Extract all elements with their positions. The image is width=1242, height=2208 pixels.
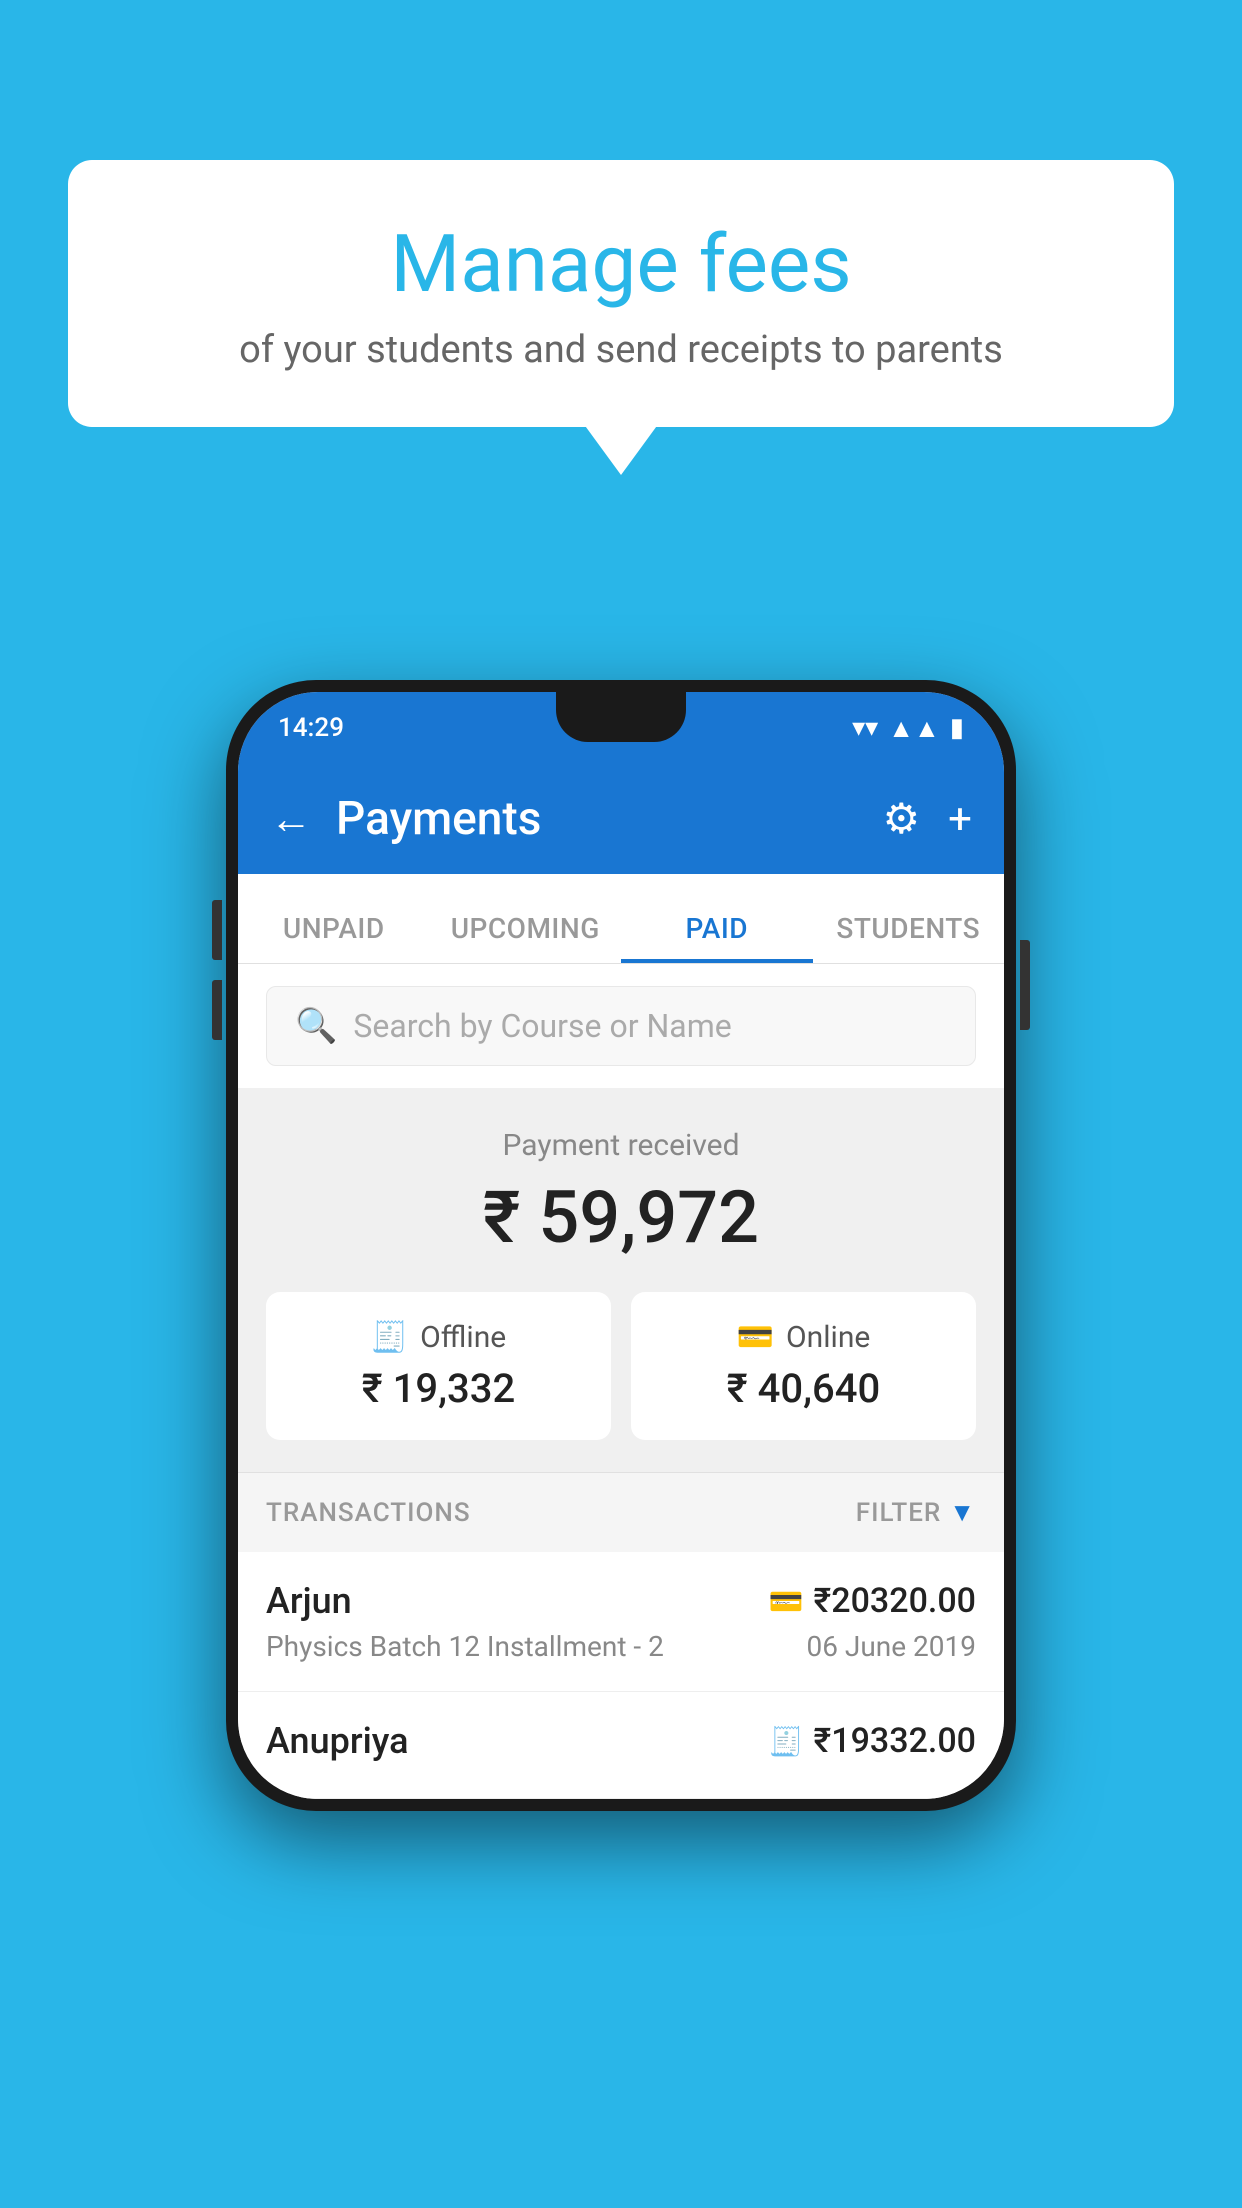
offline-amount: ₹ 19,332 — [290, 1365, 587, 1412]
tab-bar: UNPAID UPCOMING PAID STUDENTS — [238, 874, 1004, 964]
transaction-bottom: Physics Batch 12 Installment - 2 06 June… — [266, 1630, 976, 1663]
tab-students[interactable]: STUDENTS — [813, 912, 1005, 963]
search-input[interactable]: Search by Course or Name — [353, 1007, 731, 1045]
online-payment-card: 💳 Online ₹ 40,640 — [631, 1292, 976, 1440]
transaction-top-2: Anupriya 🧾 ₹19332.00 — [266, 1720, 976, 1762]
offline-payment-icon: 🧾 — [769, 1725, 804, 1758]
phone-mockup: 14:29 ▾▾ ▲▲ ▮ ← Payments ⚙ + UNPAID — [226, 680, 1016, 1811]
offline-icon: 🧾 — [371, 1320, 408, 1355]
wifi-icon: ▾▾ — [852, 713, 878, 743]
transaction-amount-col-2: 🧾 ₹19332.00 — [769, 1721, 976, 1761]
phone-outer: 14:29 ▾▾ ▲▲ ▮ ← Payments ⚙ + UNPAID — [226, 680, 1016, 1811]
transaction-amount-col: 💳 ₹20320.00 — [769, 1581, 976, 1621]
transactions-header: TRANSACTIONS FILTER ▼ — [238, 1472, 1004, 1552]
volume-up-button — [212, 900, 222, 960]
notch — [556, 692, 686, 742]
phone-screen: 14:29 ▾▾ ▲▲ ▮ ← Payments ⚙ + UNPAID — [238, 692, 1004, 1799]
speech-bubble: Manage fees of your students and send re… — [68, 160, 1174, 427]
offline-card-header: 🧾 Offline — [290, 1320, 587, 1355]
power-button — [1020, 940, 1030, 1030]
transaction-name-2: Anupriya — [266, 1720, 409, 1762]
online-amount: ₹ 40,640 — [655, 1365, 952, 1412]
online-label: Online — [786, 1320, 870, 1355]
filter-button[interactable]: FILTER ▼ — [856, 1497, 976, 1528]
payment-received-label: Payment received — [266, 1128, 976, 1163]
bubble-title: Manage fees — [118, 220, 1124, 308]
signal-icon: ▲▲ — [888, 713, 939, 744]
filter-label: FILTER — [856, 1498, 941, 1528]
settings-icon[interactable]: ⚙ — [883, 794, 921, 844]
transaction-amount-2: ₹19332.00 — [814, 1721, 976, 1761]
transaction-course: Physics Batch 12 Installment - 2 — [266, 1630, 664, 1663]
transaction-amount: ₹20320.00 — [814, 1581, 976, 1621]
transactions-label: TRANSACTIONS — [266, 1498, 471, 1528]
online-card-header: 💳 Online — [655, 1320, 952, 1355]
search-icon: 🔍 — [295, 1006, 337, 1046]
search-container: 🔍 Search by Course or Name — [238, 964, 1004, 1088]
filter-icon: ▼ — [949, 1497, 976, 1528]
offline-label: Offline — [420, 1320, 506, 1355]
payment-cards: 🧾 Offline ₹ 19,332 💳 Online ₹ 40,640 — [266, 1292, 976, 1440]
transaction-name: Arjun — [266, 1580, 352, 1622]
offline-payment-card: 🧾 Offline ₹ 19,332 — [266, 1292, 611, 1440]
online-icon: 💳 — [737, 1320, 774, 1355]
tab-unpaid[interactable]: UNPAID — [238, 912, 430, 963]
bubble-subtitle: of your students and send receipts to pa… — [118, 328, 1124, 372]
transaction-top: Arjun 💳 ₹20320.00 — [266, 1580, 976, 1622]
payment-summary: Payment received ₹ 59,972 🧾 Offline ₹ 19… — [238, 1088, 1004, 1472]
app-bar: ← Payments ⚙ + — [238, 764, 1004, 874]
add-icon[interactable]: + — [948, 795, 972, 844]
app-bar-actions: ⚙ + — [883, 794, 973, 844]
back-button[interactable]: ← — [270, 795, 312, 844]
online-payment-icon: 💳 — [769, 1585, 804, 1618]
payment-total-amount: ₹ 59,972 — [266, 1175, 976, 1260]
tab-paid[interactable]: PAID — [621, 912, 813, 963]
status-icons: ▾▾ ▲▲ ▮ — [852, 713, 964, 744]
search-bar[interactable]: 🔍 Search by Course or Name — [266, 986, 976, 1066]
app-bar-title: Payments — [336, 792, 883, 846]
transaction-row-arjun[interactable]: Arjun 💳 ₹20320.00 Physics Batch 12 Insta… — [238, 1552, 1004, 1692]
transaction-date: 06 June 2019 — [806, 1630, 976, 1663]
status-bar: 14:29 ▾▾ ▲▲ ▮ — [238, 692, 1004, 764]
status-time: 14:29 — [278, 713, 344, 743]
battery-icon: ▮ — [950, 713, 964, 743]
volume-down-button — [212, 980, 222, 1040]
tab-upcoming[interactable]: UPCOMING — [430, 912, 622, 963]
transaction-row-anupriya[interactable]: Anupriya 🧾 ₹19332.00 — [238, 1692, 1004, 1799]
